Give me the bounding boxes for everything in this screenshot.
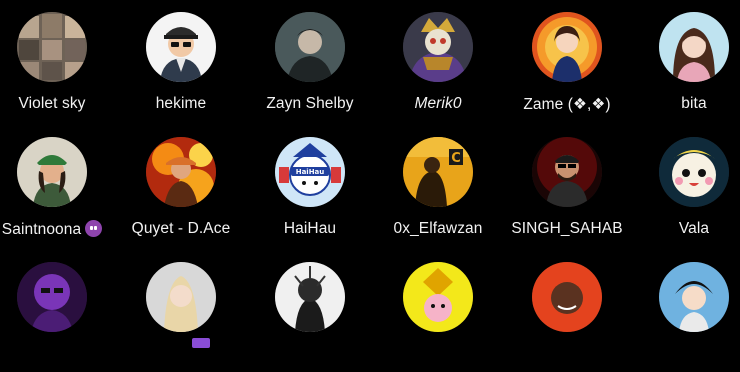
user-card-haihau[interactable]: HaiHau HaiHau	[248, 137, 372, 247]
avatar-row3-1[interactable]	[17, 262, 87, 332]
user-card-row3-1[interactable]	[0, 262, 114, 372]
user-card-vala[interactable]: Vala	[632, 137, 740, 247]
user-card-row3-4[interactable]	[376, 262, 500, 372]
user-card-hekime[interactable]: hekime	[119, 12, 243, 122]
user-card-violet-sky[interactable]: Violet sky	[0, 12, 114, 122]
avatar-haihau[interactable]: HaiHau	[275, 137, 345, 207]
avatar-zame[interactable]	[532, 12, 602, 82]
user-card-saintnoona[interactable]: Saintnoona	[0, 137, 114, 247]
user-name: bita	[681, 95, 707, 112]
user-card-row3-2[interactable]	[119, 262, 243, 372]
avatar-elfawzan[interactable]: C	[403, 137, 473, 207]
user-card-bita[interactable]: bita	[632, 12, 740, 122]
avatar-vala[interactable]	[659, 137, 729, 207]
avatar-row3-2[interactable]	[146, 262, 216, 332]
emoji-fragment-icon	[192, 338, 210, 348]
user-card-quyet[interactable]: Quyet - D.Ace	[119, 137, 243, 247]
user-card-row3-6[interactable]	[632, 262, 740, 372]
user-card-zayn-shelby[interactable]: Zayn Shelby	[248, 12, 372, 122]
user-card-row3-3[interactable]	[248, 262, 372, 372]
haihau-avatar-text: HaiHau	[296, 168, 325, 176]
avatar-quyet[interactable]	[146, 137, 216, 207]
avatar-hekime[interactable]	[146, 12, 216, 82]
avatar-singh-sahab[interactable]	[532, 137, 602, 207]
user-card-singh-sahab[interactable]: SINGH_SAHAB	[505, 137, 629, 247]
user-card-elfawzan[interactable]: C 0x_Elfawzan	[376, 137, 500, 247]
avatar-bita[interactable]	[659, 12, 729, 82]
avatar-violet-sky[interactable]	[17, 12, 87, 82]
c-letter-text: C	[451, 151, 461, 166]
users-grid: Violet sky hekime Zayn Shelby Merik0 Zam…	[0, 0, 740, 348]
avatar-zayn-shelby[interactable]	[275, 12, 345, 82]
avatar-merik0[interactable]	[403, 12, 473, 82]
user-card-merik0[interactable]: Merik0	[376, 12, 500, 122]
user-card-row3-5[interactable]	[505, 262, 629, 372]
avatar-row3-5[interactable]	[532, 262, 602, 332]
avatar-row3-6[interactable]	[659, 262, 729, 332]
user-name: Vala	[678, 220, 710, 237]
avatar-saintnoona[interactable]	[17, 137, 87, 207]
avatar-row3-4[interactable]	[403, 262, 473, 332]
avatar-row3-3[interactable]	[275, 262, 345, 332]
user-card-zame[interactable]: Zame (❖,❖)	[505, 12, 629, 122]
